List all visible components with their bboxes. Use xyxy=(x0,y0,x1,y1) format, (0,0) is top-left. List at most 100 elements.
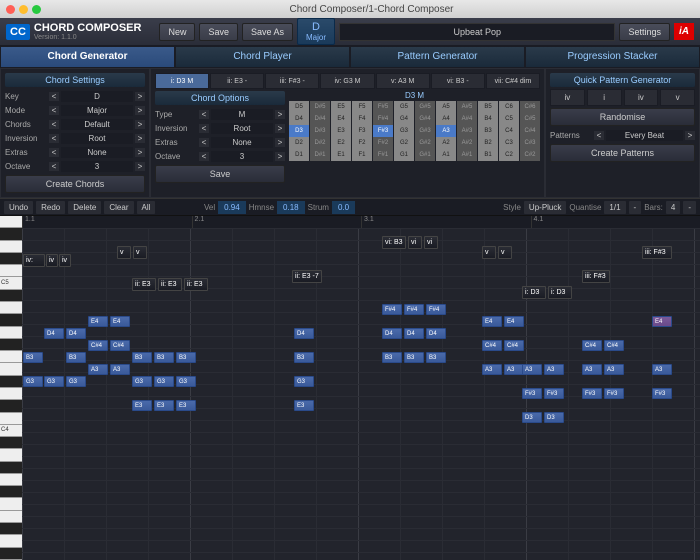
piano-key[interactable] xyxy=(0,241,22,253)
co-1-prev-icon[interactable]: < xyxy=(199,124,209,133)
cs-0-next-icon[interactable]: > xyxy=(135,92,145,101)
note-block[interactable]: v xyxy=(117,246,131,259)
note-cell[interactable]: D#3 xyxy=(310,125,330,137)
note-cell[interactable]: G3 xyxy=(394,125,414,137)
note-block[interactable]: i: D3 M xyxy=(522,286,546,299)
note-block[interactable]: E3 xyxy=(132,400,152,411)
note-cell[interactable]: D1 xyxy=(289,149,309,161)
note-block[interactable]: F#4 xyxy=(404,304,424,315)
note-block[interactable]: B3 xyxy=(426,352,446,363)
co-3-value[interactable]: 3 xyxy=(211,151,273,162)
co-2-value[interactable]: None xyxy=(211,137,273,148)
note-block[interactable]: D4 xyxy=(382,328,402,339)
note-block[interactable]: iv: G3 M xyxy=(23,254,45,267)
note-cell[interactable]: G5 xyxy=(394,101,414,113)
note-block[interactable]: ii: E3 - xyxy=(184,278,208,291)
note-cell[interactable]: B2 xyxy=(478,137,498,149)
chord-tab-5[interactable]: vi: B3 - xyxy=(431,73,485,89)
piano-key[interactable] xyxy=(0,216,22,228)
note-block[interactable]: G3 xyxy=(44,376,64,387)
note-block[interactable]: A3 xyxy=(110,364,130,375)
chord-tab-0[interactable]: i: D3 M xyxy=(155,73,209,89)
piano-roll[interactable]: C5C4 xyxy=(0,216,22,560)
note-block[interactable]: v xyxy=(498,246,512,259)
note-block[interactable]: A3 xyxy=(88,364,108,375)
all-button[interactable]: All xyxy=(137,201,156,214)
strum-value[interactable]: 0.0 xyxy=(332,201,355,214)
note-cell[interactable]: G2 xyxy=(394,137,414,149)
key-display[interactable]: D Major xyxy=(297,18,335,45)
note-block[interactable]: B3 xyxy=(132,352,152,363)
note-block[interactable]: D4 xyxy=(294,328,314,339)
note-cell[interactable]: F2 xyxy=(352,137,372,149)
degree-slot-1[interactable]: i xyxy=(587,89,622,106)
piano-key[interactable] xyxy=(0,339,22,351)
piano-key[interactable] xyxy=(0,376,22,388)
cs-4-value[interactable]: None xyxy=(61,147,133,158)
bars-value[interactable]: 4 xyxy=(666,201,680,214)
piano-key[interactable] xyxy=(0,523,22,535)
note-block[interactable]: ii: E3 -7 xyxy=(292,270,322,283)
co-0-value[interactable]: M xyxy=(211,109,273,120)
chord-tab-1[interactable]: ii: E3 - xyxy=(210,73,264,89)
undo-button[interactable]: Undo xyxy=(4,201,33,214)
cs-3-next-icon[interactable]: > xyxy=(135,134,145,143)
cs-4-next-icon[interactable]: > xyxy=(135,148,145,157)
note-cell[interactable]: C3 xyxy=(499,137,519,149)
close-icon[interactable] xyxy=(6,5,15,14)
note-block[interactable]: F#3 xyxy=(582,388,602,399)
note-block[interactable]: G3 xyxy=(176,376,196,387)
note-cell[interactable]: B1 xyxy=(478,149,498,161)
note-cell[interactable]: F5 xyxy=(352,101,372,113)
note-block[interactable]: ii: E3 - xyxy=(132,278,156,291)
piano-key[interactable] xyxy=(0,498,22,510)
note-cell[interactable]: G4 xyxy=(394,113,414,125)
piano-key[interactable] xyxy=(0,351,22,363)
note-block[interactable]: D3 xyxy=(544,412,564,423)
degree-slot-3[interactable]: v xyxy=(660,89,695,106)
note-cell[interactable]: C5 xyxy=(499,113,519,125)
quantise-dec-icon[interactable]: - xyxy=(629,201,642,214)
style-selector[interactable]: Up-Pluck xyxy=(524,201,566,214)
note-block[interactable]: F#3 xyxy=(604,388,624,399)
piano-key[interactable] xyxy=(0,400,22,412)
note-block[interactable]: ii: E3 - xyxy=(158,278,182,291)
patterns-next-icon[interactable]: > xyxy=(685,131,695,140)
patterns-prev-icon[interactable]: < xyxy=(594,131,604,140)
cs-3-prev-icon[interactable]: < xyxy=(49,134,59,143)
tab-progression-stacker[interactable]: Progression Stacker xyxy=(525,46,700,68)
new-button[interactable]: New xyxy=(159,23,195,41)
note-cell[interactable]: D#4 xyxy=(310,113,330,125)
note-cell[interactable]: A#3 xyxy=(457,125,477,137)
chord-tab-2[interactable]: iii: F#3 - xyxy=(265,73,319,89)
saveas-button[interactable]: Save As xyxy=(242,23,293,41)
piano-key[interactable] xyxy=(0,474,22,486)
piano-key[interactable]: C5 xyxy=(0,277,22,289)
note-cell[interactable]: F3 xyxy=(352,125,372,137)
note-cell[interactable]: C#5 xyxy=(520,113,540,125)
note-block[interactable]: G3 xyxy=(132,376,152,387)
note-block[interactable]: B3 xyxy=(154,352,174,363)
piano-key[interactable] xyxy=(0,388,22,400)
bars-dec-icon[interactable]: - xyxy=(683,201,696,214)
piano-key[interactable] xyxy=(0,449,22,461)
cs-1-next-icon[interactable]: > xyxy=(135,106,145,115)
note-cell[interactable]: A3 xyxy=(436,125,456,137)
note-block[interactable]: B3 xyxy=(294,352,314,363)
note-cell[interactable]: E4 xyxy=(331,113,351,125)
note-block[interactable]: F#3 xyxy=(652,388,672,399)
note-cell[interactable]: E2 xyxy=(331,137,351,149)
note-cell[interactable]: A5 xyxy=(436,101,456,113)
cs-1-prev-icon[interactable]: < xyxy=(49,106,59,115)
co-0-next-icon[interactable]: > xyxy=(275,110,285,119)
note-block[interactable]: D4 xyxy=(66,328,86,339)
tab-pattern-generator[interactable]: Pattern Generator xyxy=(350,46,525,68)
note-cell[interactable]: A#2 xyxy=(457,137,477,149)
co-0-prev-icon[interactable]: < xyxy=(199,110,209,119)
note-cell[interactable]: F#5 xyxy=(373,101,393,113)
note-cell[interactable]: C#4 xyxy=(520,125,540,137)
co-3-prev-icon[interactable]: < xyxy=(199,152,209,161)
note-block[interactable]: i: D3 M xyxy=(548,286,572,299)
piano-key[interactable] xyxy=(0,363,22,375)
note-block[interactable]: F#3 xyxy=(544,388,564,399)
